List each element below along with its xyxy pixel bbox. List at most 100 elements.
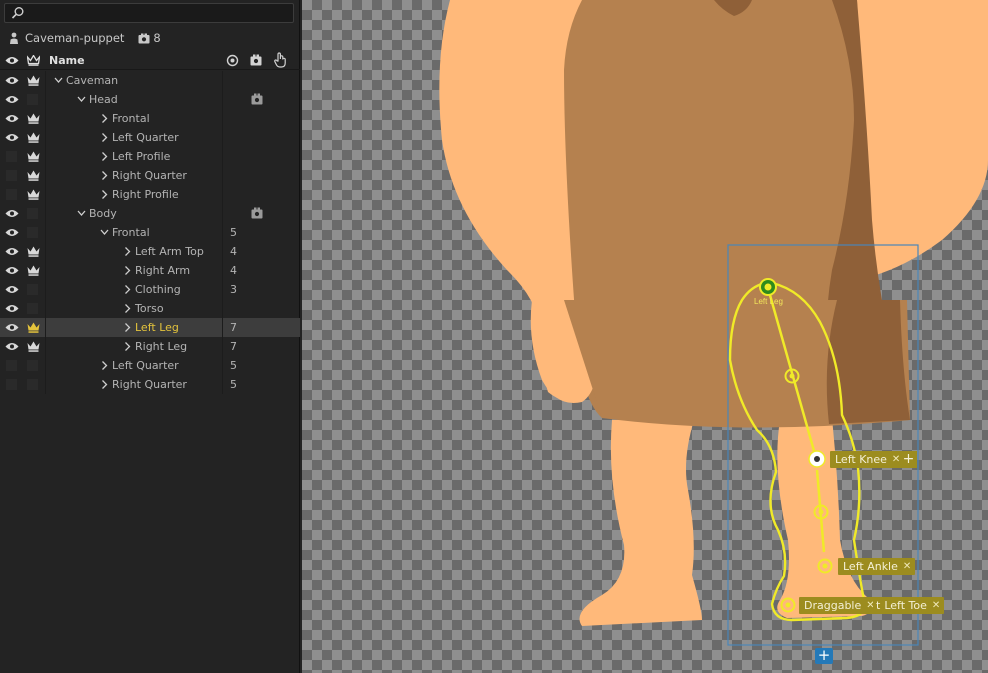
layer-name: Left Leg [135,321,179,334]
chevron-right-icon[interactable] [100,189,109,200]
chevron-right-icon[interactable] [100,170,109,181]
layer-row[interactable]: Right Quarter [0,166,300,185]
crown-toggle-off[interactable] [27,303,38,314]
visibility-toggle-off[interactable] [6,170,17,181]
layer-row[interactable]: Left Quarter [0,128,300,147]
layer-row[interactable]: Left Leg 7 [0,318,300,337]
left-toe-tag[interactable]: t Left Toe ✕ [873,597,945,614]
crown-icon[interactable] [25,185,41,204]
origin-handle[interactable] [759,278,777,296]
chevron-right-icon[interactable] [123,341,132,352]
crown-toggle-off[interactable] [27,360,38,371]
crown-toggle-off[interactable] [27,379,38,390]
add-tag-button[interactable]: + [900,451,917,468]
crown-toggle-off[interactable] [27,284,38,295]
layer-row[interactable]: Torso [0,299,300,318]
column-divider [45,185,46,204]
handle-count: 5 [230,226,237,239]
layer-row[interactable]: Right Quarter 5 [0,375,300,394]
crown-icon[interactable] [25,318,41,337]
visibility-toggle-off[interactable] [6,189,17,200]
visibility-eye-icon[interactable] [4,71,20,90]
column-divider [45,223,46,242]
chevron-right-icon[interactable] [100,360,109,371]
layer-row[interactable]: Left Arm Top 4 [0,242,300,261]
handle-count: 3 [230,283,237,296]
column-divider [222,185,223,204]
chevron-down-icon[interactable] [100,227,109,238]
visibility-eye-icon[interactable] [4,337,20,356]
layer-row[interactable]: Clothing 3 [0,280,300,299]
draggable-tag[interactable]: Draggable ✕ [799,597,879,614]
column-divider [222,166,223,185]
layer-row[interactable]: Frontal 5 [0,223,300,242]
chevron-right-icon[interactable] [123,284,132,295]
chevron-right-icon[interactable] [123,246,132,257]
visibility-eye-icon[interactable] [4,128,20,147]
layer-list-header: Name [0,51,300,70]
chevron-right-icon[interactable] [100,151,109,162]
layer-row[interactable]: Caveman [0,71,300,90]
crown-icon[interactable] [25,109,41,128]
crown-icon[interactable] [25,166,41,185]
layer-name: Left Quarter [112,131,179,144]
layer-row[interactable]: Left Profile [0,147,300,166]
column-divider [222,337,223,356]
chevron-right-icon[interactable] [100,113,109,124]
crown-icon[interactable] [25,337,41,356]
scene-canvas[interactable]: Left Leg Left Knee ✕ + Left Ankle ✕ Drag… [302,0,988,673]
layer-name: Left Profile [112,150,171,163]
crown-toggle-off[interactable] [27,94,38,105]
crown-icon[interactable] [25,128,41,147]
layer-row[interactable]: Right Leg 7 [0,337,300,356]
crown-icon[interactable] [25,242,41,261]
knee-handle[interactable] [808,450,826,468]
origin-label: Left Leg [754,297,783,306]
column-divider [45,318,46,337]
layer-row[interactable]: Head [0,90,300,109]
chevron-right-icon[interactable] [100,132,109,143]
visibility-eye-icon[interactable] [4,109,20,128]
chevron-right-icon[interactable] [123,322,132,333]
column-divider [222,356,223,375]
visibility-toggle-off[interactable] [6,151,17,162]
left-knee-tag[interactable]: Left Knee ✕ [830,451,905,468]
chevron-down-icon[interactable] [77,94,86,105]
chevron-right-icon[interactable] [123,303,132,314]
add-handle-button[interactable]: + [815,648,833,664]
layer-row[interactable]: Left Quarter 5 [0,356,300,375]
crown-icon[interactable] [25,71,41,90]
remove-ankle-icon[interactable]: ✕ [903,561,911,572]
crown-icon[interactable] [25,147,41,166]
layer-row[interactable]: Body [0,204,300,223]
visibility-eye-icon[interactable] [4,261,20,280]
chevron-right-icon[interactable] [123,265,132,276]
crown-icon[interactable] [25,261,41,280]
visibility-eye-icon[interactable] [4,280,20,299]
layer-row[interactable]: Right Profile [0,185,300,204]
column-divider [222,90,223,109]
layer-row[interactable]: Right Arm 4 [0,261,300,280]
left-ankle-tag[interactable]: Left Ankle ✕ [838,558,916,575]
layer-name: Head [89,93,118,106]
search-input[interactable] [4,3,294,23]
remove-toe-icon[interactable]: ✕ [932,600,940,611]
layer-row[interactable]: Frontal [0,109,300,128]
visibility-eye-icon[interactable] [4,204,20,223]
name-column-header[interactable]: Name [49,54,85,67]
camera-column-icon [250,54,262,66]
chevron-right-icon[interactable] [100,379,109,390]
visibility-toggle-off[interactable] [6,360,17,371]
visibility-toggle-off[interactable] [6,379,17,390]
column-divider [45,375,46,394]
visibility-eye-icon[interactable] [4,90,20,109]
visibility-eye-icon[interactable] [4,242,20,261]
chevron-down-icon[interactable] [77,208,86,219]
crown-toggle-off[interactable] [27,227,38,238]
chevron-down-icon[interactable] [54,75,63,86]
visibility-eye-icon[interactable] [4,318,20,337]
crown-toggle-off[interactable] [27,208,38,219]
visibility-eye-icon[interactable] [4,223,20,242]
column-divider [45,90,46,109]
visibility-eye-icon[interactable] [4,299,20,318]
